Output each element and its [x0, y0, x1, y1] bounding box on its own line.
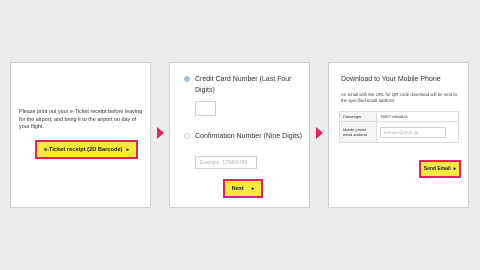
credit-card-digits-input[interactable] [195, 101, 216, 116]
passenger-table: Passenger TARO YAMADA Mobile phone email… [339, 111, 459, 143]
send-email-button[interactable]: Send Email ▸ [419, 160, 461, 178]
caret-right-icon: ▸ [453, 166, 457, 172]
step3-panel: Download to Your Mobile Phone An email w… [328, 62, 469, 208]
confirmation-number-input[interactable]: Example: 123456789 [195, 156, 257, 169]
email-input[interactable]: sample@ando.jp [380, 126, 446, 138]
step1-panel: Please print out your e-Ticket receipt b… [10, 62, 151, 208]
step2-panel: Credit Card Number (Last Four Digits) Co… [169, 62, 310, 208]
next-button[interactable]: Next ▸ [223, 179, 263, 198]
table-row: Passenger TARO YAMADA [339, 111, 459, 122]
passenger-name: TARO YAMADA [376, 111, 459, 122]
credit-card-radio[interactable] [184, 76, 190, 82]
send-email-label: Send Email [423, 166, 451, 172]
table-row: Mobile phone email address sample@ando.j… [339, 121, 459, 143]
confirmation-radio[interactable] [184, 133, 190, 139]
step-arrow-icon [157, 127, 164, 139]
download-title: Download to Your Mobile Phone [341, 76, 441, 83]
eticket-receipt-label: e-Ticket receipt (2D Barcode) [43, 146, 123, 153]
step1-instructions: Please print out your e-Ticket receipt b… [19, 109, 142, 131]
eticket-receipt-button[interactable]: e-Ticket receipt (2D Barcode) ▸ [35, 140, 138, 159]
passenger-label: Passenger [339, 111, 377, 122]
email-cell: sample@ando.jp [376, 121, 459, 143]
next-label: Next [231, 185, 244, 192]
caret-right-icon: ▸ [126, 146, 130, 153]
credit-card-option-label: Credit Card Number (Last Four Digits) [195, 76, 292, 94]
caret-right-icon: ▸ [251, 185, 255, 192]
download-description: An email with the URL for QR code downlo… [341, 92, 458, 104]
step-arrow-icon [316, 127, 323, 139]
confirmation-option-label: Confirmation Number (Nine Digits) [195, 133, 302, 140]
email-label: Mobile phone email address [339, 121, 377, 143]
